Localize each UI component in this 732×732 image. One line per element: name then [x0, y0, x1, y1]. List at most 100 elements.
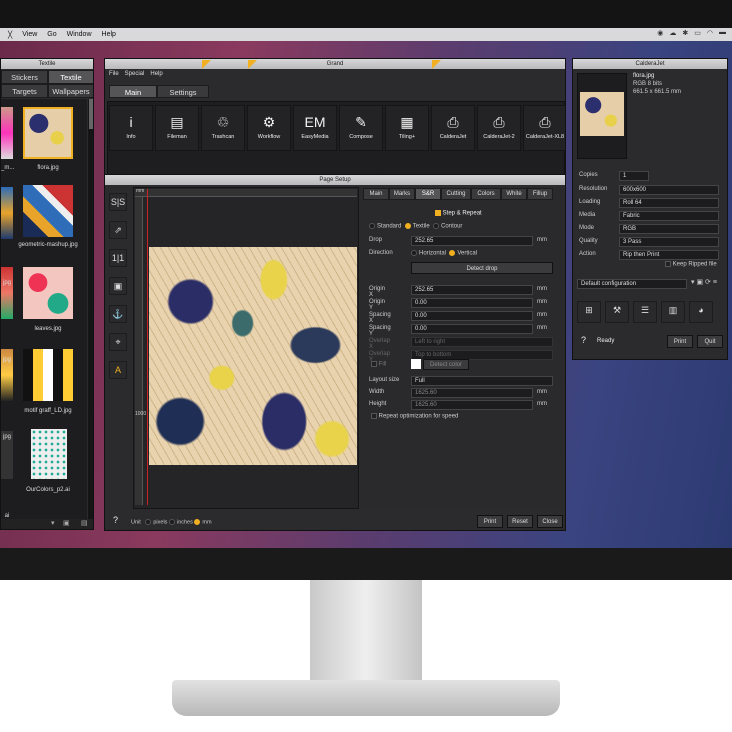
arrow-down-icon[interactable]: ▾: [51, 519, 55, 527]
reset-button[interactable]: Reset: [507, 515, 533, 528]
airplay-icon[interactable]: ▭: [694, 29, 701, 37]
thumb-leaves[interactable]: [23, 267, 73, 319]
wrench-icon[interactable]: ⚒: [605, 301, 629, 323]
side-tool-0-icon[interactable]: S|S: [109, 193, 127, 211]
tab-targets[interactable]: Targets: [1, 84, 48, 98]
side-tool-5-icon[interactable]: ⌖: [109, 333, 127, 351]
swatch-icon[interactable]: ▥: [661, 301, 685, 323]
battery-icon[interactable]: ▬: [719, 29, 726, 37]
layout-size-select[interactable]: Full: [411, 376, 553, 386]
tool-info[interactable]: i Info: [109, 105, 153, 151]
tab-main[interactable]: Main: [363, 188, 389, 200]
library-scroll-thumb[interactable]: [89, 99, 93, 129]
quality-select[interactable]: 3 Pass: [619, 237, 719, 247]
menu-grand-help[interactable]: Help: [150, 71, 162, 77]
width-field[interactable]: 1625.60: [411, 388, 533, 398]
tool-tiling-[interactable]: ▦ Tiling+: [385, 105, 429, 151]
radio-horizontal[interactable]: [411, 250, 417, 256]
spacing-y-field[interactable]: 0.00: [411, 324, 533, 334]
cj-help-icon[interactable]: ?: [581, 335, 586, 345]
tab-textile[interactable]: Textile: [48, 70, 93, 84]
thumb-flora[interactable]: [23, 107, 73, 159]
thumb-geometric-mashup[interactable]: [23, 185, 73, 237]
library-titlebar[interactable]: Textile: [1, 59, 93, 69]
app-logo-icon[interactable]: ╳: [8, 31, 12, 39]
keep-ripped-checkbox[interactable]: [665, 261, 671, 267]
new-job-icon[interactable]: ⊞: [577, 301, 601, 323]
detect-drop-button[interactable]: Detect drop: [411, 262, 553, 274]
tab-marks[interactable]: Marks: [389, 188, 415, 200]
thumb-ourcolors[interactable]: [31, 429, 67, 479]
spacing-x-field[interactable]: 0.00: [411, 311, 533, 321]
detect-color-button[interactable]: Detect color: [423, 359, 469, 370]
tab-s-r[interactable]: S&R: [415, 188, 441, 200]
pattern-preview[interactable]: [149, 247, 357, 465]
fill-color-swatch[interactable]: [411, 359, 421, 369]
side-tool-3-icon[interactable]: ▣: [109, 277, 127, 295]
config-tools-icon[interactable]: ▾ ▣ ⟳ ≡: [691, 278, 717, 286]
step-repeat-checkbox[interactable]: [435, 210, 441, 216]
menu-file[interactable]: File: [109, 71, 119, 77]
grand-titlebar[interactable]: Grand: [105, 59, 565, 69]
resolution-select[interactable]: 600x600: [619, 185, 719, 195]
tool-calderajet-xl8[interactable]: ⎙ CalderaJet-XL8: [523, 105, 565, 151]
tab-wallpapers[interactable]: Wallpapers: [48, 84, 93, 98]
tool-fileman[interactable]: ▤ Fileman: [155, 105, 199, 151]
cj-print-button[interactable]: Print: [667, 335, 693, 348]
radio-mm[interactable]: [194, 519, 201, 525]
overlap-x-field[interactable]: Left to right: [411, 337, 553, 347]
tab-colors[interactable]: Colors: [471, 188, 501, 200]
palette-icon[interactable]: ◕: [689, 301, 713, 323]
calderajet-titlebar[interactable]: CalderaJet: [573, 59, 727, 69]
tab-fillup[interactable]: Fillup: [527, 188, 553, 200]
thumb-partial-1[interactable]: [1, 107, 13, 159]
thumb-partial-2[interactable]: [1, 187, 13, 239]
tool-workflow[interactable]: ⚙ Workflow: [247, 60, 291, 151]
copies-select[interactable]: 1: [619, 171, 649, 181]
tab-cutting[interactable]: Cutting: [441, 188, 471, 200]
radio-contour[interactable]: [433, 223, 440, 229]
mode-select[interactable]: RGB: [619, 224, 719, 234]
radio-vertical[interactable]: [449, 250, 456, 256]
tool-calderajet[interactable]: ⎙ CalderaJet: [431, 60, 475, 151]
menu-go[interactable]: Go: [47, 31, 56, 38]
tab-stickers[interactable]: Stickers: [1, 70, 48, 84]
height-field[interactable]: 1625.60: [411, 400, 533, 410]
radio-inches[interactable]: [168, 519, 175, 525]
media-select[interactable]: Fabric: [619, 211, 719, 221]
repeat-opt-checkbox[interactable]: [371, 413, 377, 419]
tab-main[interactable]: Main: [109, 85, 157, 98]
job-thumbnail[interactable]: [577, 73, 627, 159]
thumb-motif-graff[interactable]: [23, 349, 73, 401]
side-tool-1-icon[interactable]: ⇗: [109, 221, 127, 239]
loading-select[interactable]: Roll 64: [619, 198, 719, 208]
folder-icon[interactable]: ▣: [63, 519, 70, 527]
tool-calderajet-2[interactable]: ⎙ CalderaJet-2: [477, 105, 521, 151]
wifi-icon[interactable]: ◠: [707, 29, 713, 37]
tool-trashcan[interactable]: ♲ Trashcan: [201, 60, 245, 151]
side-tool-2-icon[interactable]: 1|1: [109, 249, 127, 267]
tab-white[interactable]: White: [501, 188, 527, 200]
menu-window[interactable]: Window: [67, 31, 92, 38]
help-icon[interactable]: ?: [113, 515, 118, 525]
radio-standard[interactable]: [369, 223, 375, 229]
eye-icon[interactable]: ◉: [657, 29, 663, 37]
radio-textile[interactable]: [404, 223, 411, 229]
fill-checkbox[interactable]: [371, 361, 377, 367]
origin-y-field[interactable]: 0.00: [411, 298, 533, 308]
menu-view[interactable]: View: [22, 31, 37, 38]
menu-special[interactable]: Special: [125, 71, 145, 77]
configuration-select[interactable]: Default configuration: [577, 279, 687, 289]
menu-help[interactable]: Help: [102, 31, 116, 38]
tab-settings[interactable]: Settings: [157, 85, 209, 98]
radio-pixels[interactable]: [145, 519, 152, 525]
cj-quit-button[interactable]: Quit: [697, 335, 723, 348]
cloud-icon[interactable]: ☁: [669, 29, 676, 37]
close-button[interactable]: Close: [537, 515, 563, 528]
trash-icon[interactable]: ▤: [81, 519, 88, 527]
tool-easymedia[interactable]: EM EasyMedia: [293, 105, 337, 151]
print-button[interactable]: Print: [477, 515, 503, 528]
side-tool-4-icon[interactable]: ⚓: [109, 305, 127, 323]
bluetooth-icon[interactable]: ✱: [682, 29, 688, 37]
page-setup-titlebar[interactable]: Page Setup: [105, 175, 565, 185]
